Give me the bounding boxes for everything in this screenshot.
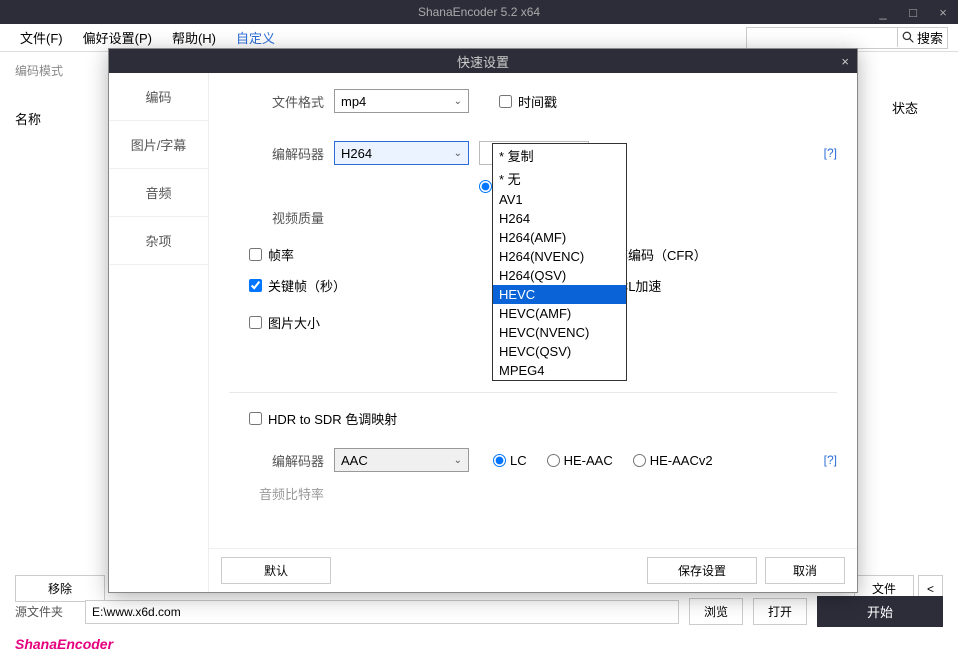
video-codec-select[interactable]: H264 ⌄ [334, 141, 469, 165]
menu-file[interactable]: 文件(F) [10, 28, 73, 47]
column-state: 状态 [892, 98, 918, 117]
file-format-select[interactable]: mp4 ⌄ [334, 89, 469, 113]
codec-label: 编解码器 [229, 144, 324, 163]
dialog-title: 快速设置 [457, 52, 509, 71]
codec-option[interactable]: HEVC(NVENC) [493, 323, 626, 342]
keyframe-checkbox[interactable]: 关键帧（秒） [249, 276, 346, 295]
search-button[interactable]: 搜索 [897, 28, 947, 47]
search-icon [902, 31, 915, 44]
heaacv2-radio[interactable]: HE-AACv2 [633, 453, 713, 468]
tab-misc[interactable]: 杂项 [109, 217, 208, 265]
audio-codec-label: 编解码器 [229, 451, 324, 470]
picture-size-checkbox[interactable]: 图片大小 [249, 313, 320, 332]
source-folder-input[interactable] [85, 600, 679, 624]
codec-option[interactable]: HEVC [493, 285, 626, 304]
menu-help[interactable]: 帮助(H) [162, 28, 226, 47]
codec-option[interactable]: * 复制 [493, 144, 626, 167]
minimize-icon[interactable]: _ [868, 5, 898, 20]
open-button[interactable]: 打开 [753, 598, 807, 625]
menu-custom[interactable]: 自定义 [226, 28, 285, 47]
chevron-down-icon: ⌄ [454, 96, 462, 107]
file-format-label: 文件格式 [229, 92, 324, 111]
codec-option[interactable]: H264(QSV) [493, 266, 626, 285]
codec-option[interactable]: H264(NVENC) [493, 247, 626, 266]
source-folder-label: 源文件夹 [15, 603, 75, 620]
codec-option[interactable]: * 无 [493, 167, 626, 190]
codec-option[interactable]: HEVC(QSV) [493, 342, 626, 361]
separator [229, 392, 837, 393]
heaac-radio[interactable]: HE-AAC [547, 453, 613, 468]
help-link[interactable]: [?] [824, 146, 837, 160]
codec-dropdown: * 复制* 无AV1H264H264(AMF)H264(NVENC)H264(Q… [492, 143, 627, 381]
app-title: ShanaEncoder 5.2 x64 [418, 5, 540, 19]
chevron-down-icon: ⌄ [454, 148, 462, 159]
menu-preferences[interactable]: 偏好设置(P) [73, 28, 162, 47]
help-link[interactable]: [?] [824, 453, 837, 467]
codec-option[interactable]: H264 [493, 209, 626, 228]
framerate-checkbox[interactable]: 帧率 [249, 245, 294, 264]
dialog-close-icon[interactable]: × [841, 54, 849, 69]
save-settings-button[interactable]: 保存设置 [647, 557, 757, 584]
lc-radio[interactable]: LC [493, 453, 527, 468]
audio-codec-select[interactable]: AAC ⌄ [334, 448, 469, 472]
maximize-icon[interactable]: □ [898, 5, 928, 20]
browse-button[interactable]: 浏览 [689, 598, 743, 625]
quick-settings-dialog: 快速设置 × 编码 图片/字幕 音频 杂项 文件格式 mp4 ⌄ 时间戳 [108, 48, 858, 593]
encode-mode-label: 编码模式 [15, 62, 63, 79]
dialog-titlebar: 快速设置 × [109, 49, 857, 73]
chevron-down-icon: ⌄ [454, 455, 462, 466]
tab-audio[interactable]: 音频 [109, 169, 208, 217]
titlebar: ShanaEncoder 5.2 x64 _ □ × [0, 0, 958, 24]
codec-option[interactable]: HEVC(AMF) [493, 304, 626, 323]
hdr-sdr-checkbox[interactable]: HDR to SDR 色调映射 [249, 409, 397, 428]
search-input[interactable] [747, 30, 897, 45]
video-quality-label: 视频质量 [229, 208, 324, 227]
default-button[interactable]: 默认 [221, 557, 331, 584]
tab-picture-subtitle[interactable]: 图片/字幕 [109, 121, 208, 169]
codec-option[interactable]: MPEG4 [493, 361, 626, 380]
tab-encode[interactable]: 编码 [109, 73, 208, 121]
codec-option[interactable]: H264(AMF) [493, 228, 626, 247]
audio-bitrate-label: 音频比特率 [229, 484, 324, 503]
search-box: 搜索 [746, 27, 948, 49]
cancel-button[interactable]: 取消 [765, 557, 845, 584]
close-icon[interactable]: × [928, 5, 958, 20]
timestamp-checkbox[interactable]: 时间戳 [499, 92, 557, 111]
dialog-content: 文件格式 mp4 ⌄ 时间戳 编解码器 H264 ⌄ 配置 [?] [209, 73, 857, 592]
codec-option[interactable]: AV1 [493, 190, 626, 209]
dialog-tabs: 编码 图片/字幕 音频 杂项 [109, 73, 209, 592]
start-button[interactable]: 开始 [817, 596, 943, 627]
brand-label: ShanaEncoder [15, 636, 113, 652]
